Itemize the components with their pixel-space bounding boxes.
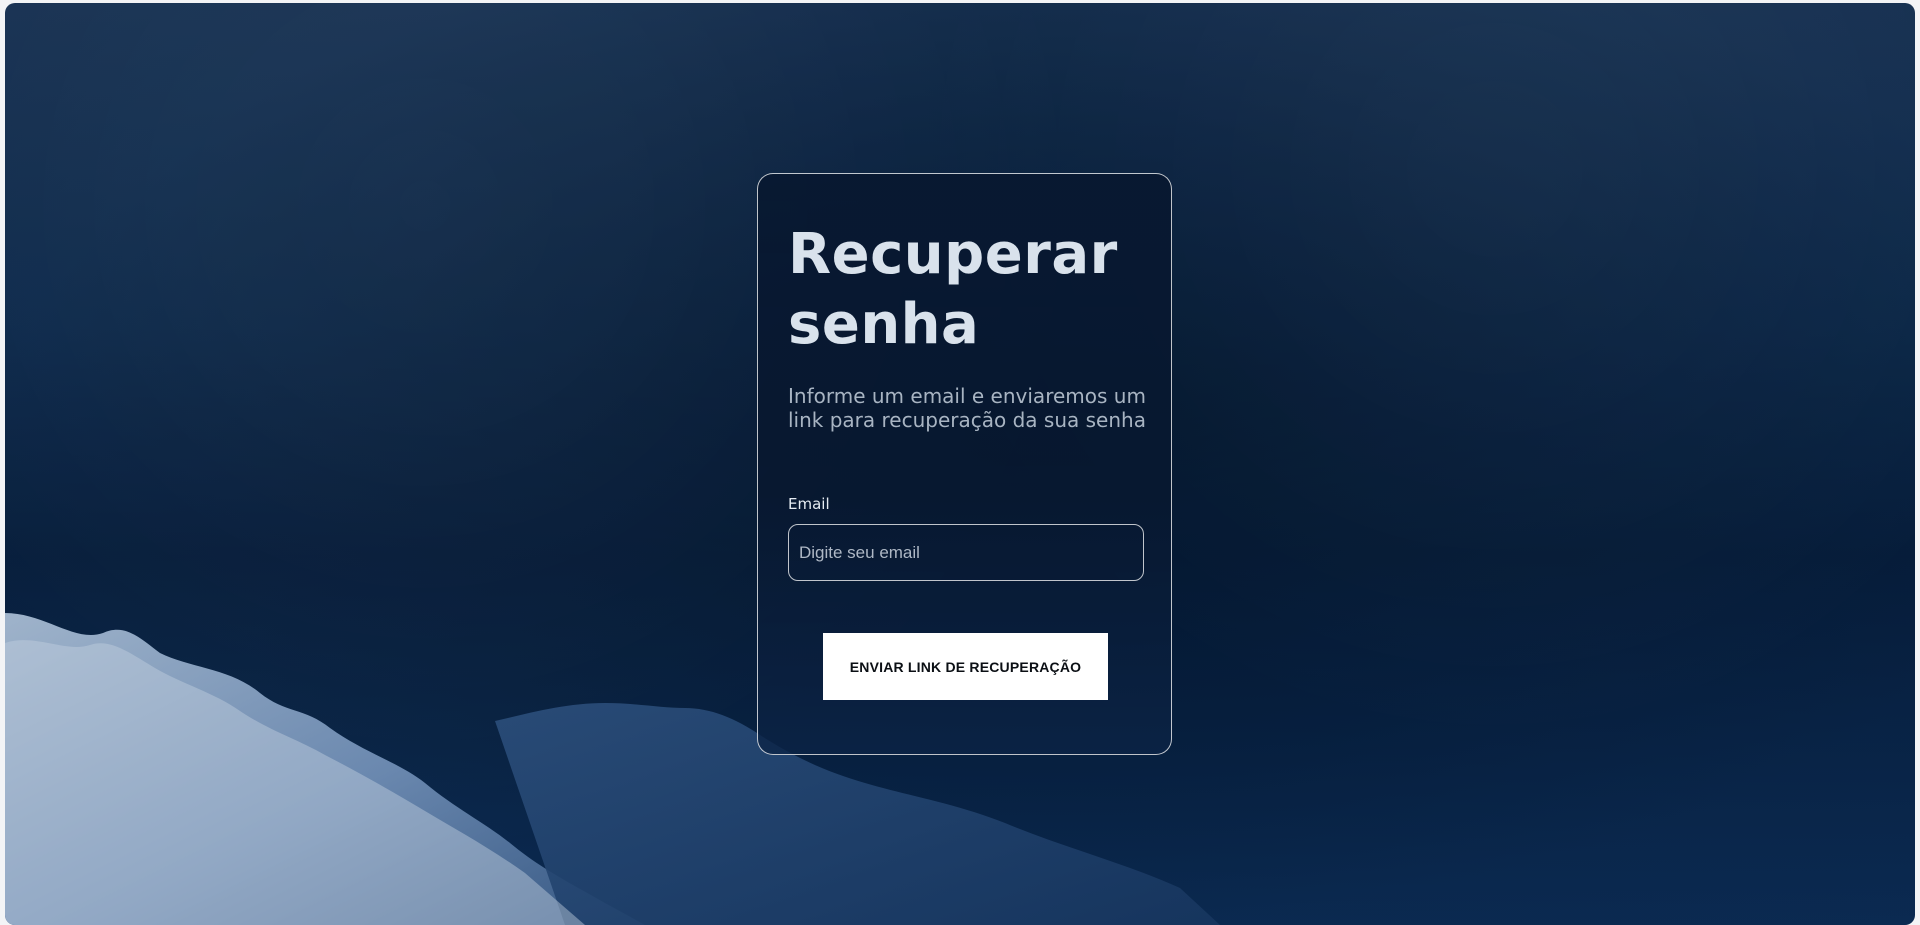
send-recovery-link-button[interactable]: ENVIAR LINK DE RECUPERAÇÃO xyxy=(823,633,1108,700)
email-input[interactable] xyxy=(788,524,1144,581)
page-background: Recuperar senha Informe um email e envia… xyxy=(5,3,1915,925)
email-label: Email xyxy=(788,495,830,513)
page-description: Informe um email e enviaremos um link pa… xyxy=(788,384,1146,432)
password-recovery-card: Recuperar senha Informe um email e envia… xyxy=(757,173,1172,755)
page-title: Recuperar senha xyxy=(788,222,1118,357)
